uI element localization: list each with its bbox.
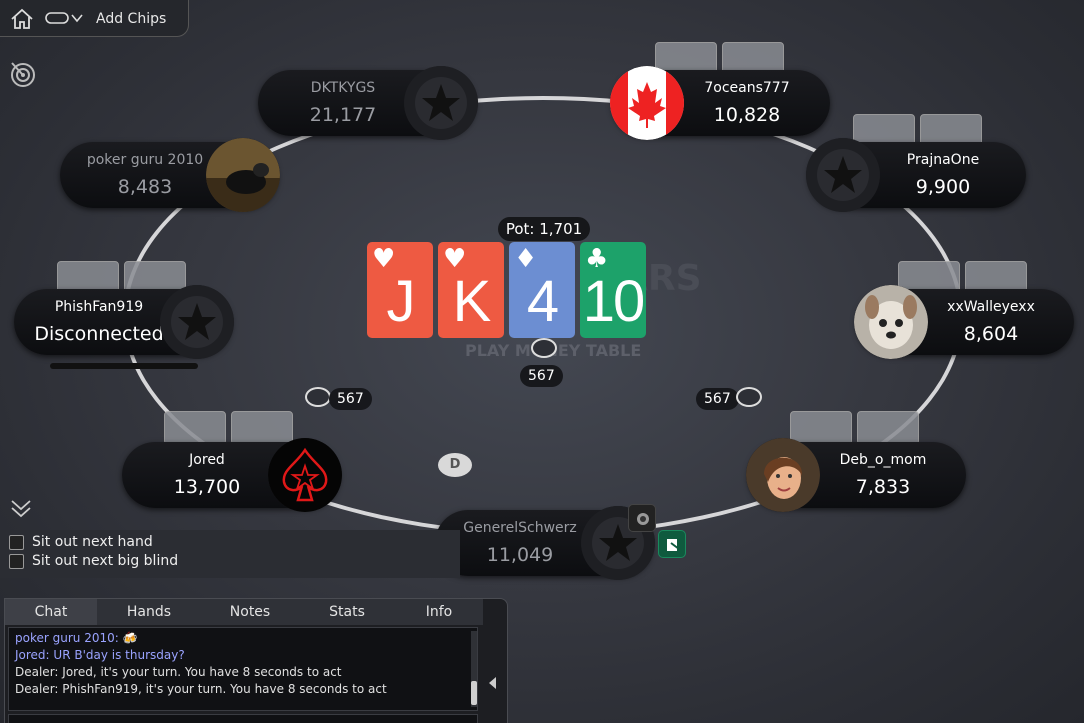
chat-scroll-thumb[interactable] [471, 681, 477, 705]
player-name: 7oceans777 [704, 80, 790, 96]
checkbox[interactable] [9, 553, 24, 569]
toggle-icon[interactable] [45, 11, 85, 25]
spade-logo-avatar [268, 438, 342, 512]
player-name: Deb_o_mom [839, 452, 927, 468]
player-status: Disconnected [34, 323, 164, 345]
player-name: PhishFan919 [54, 299, 144, 315]
tab-info[interactable]: Info [395, 599, 483, 625]
board-card-2: ♥ K [438, 242, 504, 338]
panel-tabs: Chat Hands Notes Stats Info [5, 599, 483, 625]
player-name: Jored [189, 452, 225, 468]
star-logo-icon [160, 285, 234, 359]
empty-seat[interactable] [857, 411, 919, 445]
chat-message: Dealer: PhishFan919, it's your turn. You… [15, 682, 387, 696]
bet-chip-icon [531, 338, 557, 358]
player-stack: 11,049 [486, 544, 554, 566]
player-seat-prajnaone[interactable]: PrajnaOne 9,900 [806, 138, 1026, 212]
player-name: xxWalleyexx [947, 299, 1035, 315]
home-icon[interactable] [10, 8, 34, 30]
player-name: DKTKYGS [310, 80, 376, 96]
player-seat-generelschwerz[interactable]: GenerelSchwerz 11,049 [435, 506, 655, 580]
player-seat-jored[interactable]: Jored 13,700 [122, 438, 342, 512]
info-panel: Chat Hands Notes Stats Info poker guru 2… [4, 598, 508, 723]
player-stack: 21,177 [309, 104, 377, 126]
chat-message: Jored: UR B'day is thursday? [15, 648, 185, 662]
player-seat-7oceans777[interactable]: 7oceans777 10,828 [610, 66, 830, 140]
collapse-panel-arrow-icon[interactable] [489, 677, 496, 689]
player-seat-deb-o-mom[interactable]: Deb_o_mom 7,833 [746, 438, 966, 512]
tab-hands[interactable]: Hands [105, 599, 193, 625]
pot-label: Pot: 1,701 [498, 217, 590, 241]
player-stack: 7,833 [855, 476, 911, 498]
dealer-button: D [438, 453, 472, 477]
board-card-4: ♣ 10 [580, 242, 646, 338]
poker-chip-badge-icon [628, 504, 656, 532]
canada-flag-avatar [610, 66, 684, 140]
tab-chat[interactable]: Chat [5, 599, 97, 625]
top-toolbar: Add Chips [0, 0, 189, 37]
bet-amount: 567 [329, 388, 372, 410]
player-seat-poker-guru-2010[interactable]: poker guru 2010 8,483 [60, 138, 280, 212]
chat-input[interactable] [8, 714, 478, 723]
player-photo-avatar [746, 438, 820, 512]
player-seat-xxwalleyexx[interactable]: xxWalleyexx 8,604 [854, 285, 1074, 359]
sit-out-next-big-blind-checkbox[interactable]: Sit out next big blind [9, 553, 178, 569]
player-photo-avatar [206, 138, 280, 212]
empty-seat[interactable] [790, 411, 852, 445]
player-seat-dktkygs[interactable]: DKTKYGS 21,177 [258, 66, 478, 140]
notes-badge-icon[interactable] [658, 530, 686, 558]
player-stack: 8,483 [117, 176, 173, 198]
player-stack: 10,828 [713, 104, 781, 126]
star-logo-icon [404, 66, 478, 140]
chat-message: poker guru 2010: 🍻 [15, 631, 138, 645]
player-stack: 13,700 [173, 476, 241, 498]
bet-chip-icon [736, 387, 762, 407]
dog-photo-avatar [854, 285, 928, 359]
star-logo-icon [806, 138, 880, 212]
empty-seat[interactable] [164, 411, 226, 445]
player-stack: 8,604 [963, 323, 1019, 345]
timer-bar [50, 363, 198, 369]
tab-stats[interactable]: Stats [303, 599, 391, 625]
chat-message: Dealer: Jored, it's your turn. You have … [15, 665, 342, 679]
checkbox[interactable] [9, 534, 24, 550]
player-name: poker guru 2010 [86, 152, 204, 168]
target-icon[interactable] [9, 60, 37, 88]
player-stack: 9,900 [915, 176, 971, 198]
poker-table-window: Add Chips DKTKYGS 21,177 7oceans777 10,8… [0, 0, 1084, 723]
bet-amount: 567 [520, 365, 563, 387]
player-name: PrajnaOne [906, 152, 980, 168]
tab-notes[interactable]: Notes [205, 599, 295, 625]
board-card-3: ♦ 4 [509, 242, 575, 338]
bet-chip-icon [305, 387, 331, 407]
sit-out-options: Sit out next hand Sit out next big blind [0, 530, 460, 578]
chat-log[interactable]: poker guru 2010: 🍻 Jored: UR B'day is th… [8, 627, 478, 711]
player-seat-phishfan919[interactable]: PhishFan919 Disconnected [14, 285, 234, 359]
collapse-chevron-icon[interactable] [9, 498, 33, 520]
empty-seat[interactable] [231, 411, 293, 445]
add-chips-button[interactable]: Add Chips [96, 11, 166, 27]
bet-amount: 567 [696, 388, 739, 410]
board-card-1: ♥ J [367, 242, 433, 338]
sit-out-next-hand-checkbox[interactable]: Sit out next hand [9, 534, 153, 550]
player-name: GenerelSchwerz [463, 520, 577, 536]
